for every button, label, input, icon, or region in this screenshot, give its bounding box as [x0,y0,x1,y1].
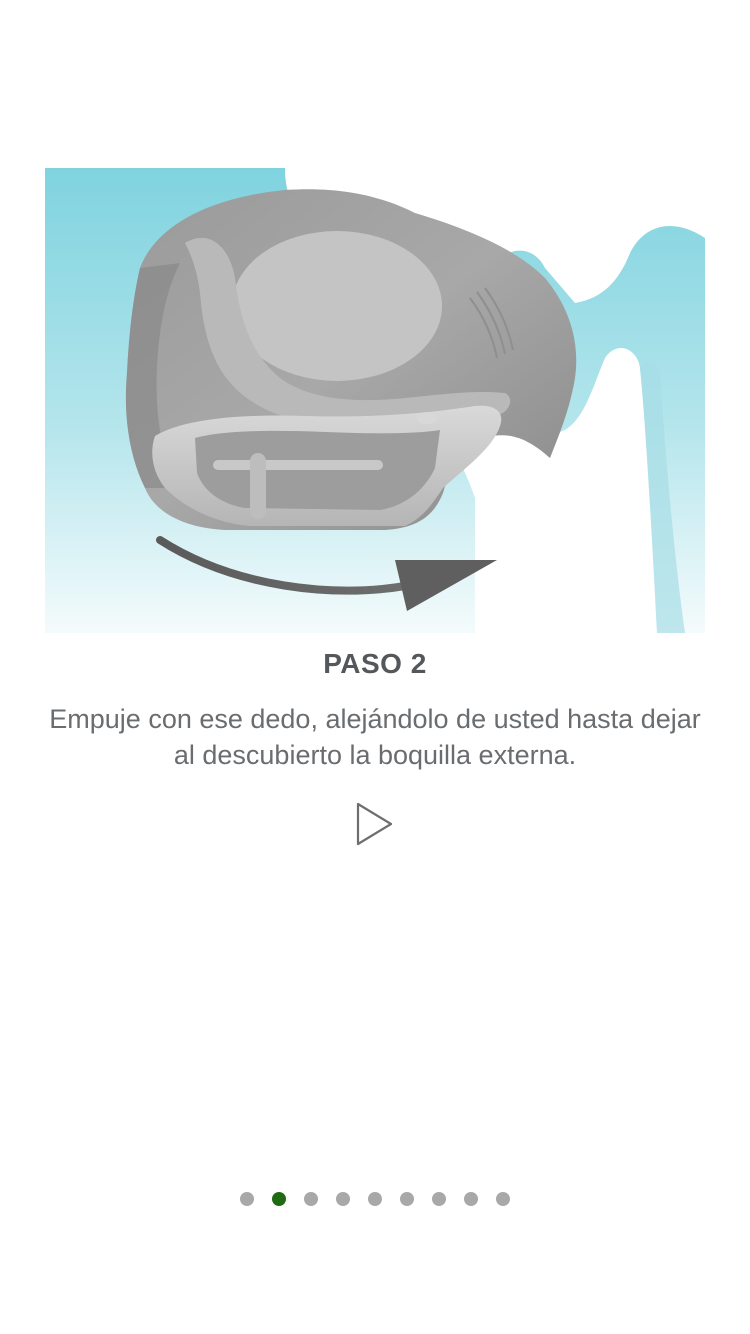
page-dot[interactable] [432,1192,446,1206]
page-dot[interactable] [496,1192,510,1206]
inhaler-illustration [45,168,705,633]
play-button[interactable] [350,798,400,852]
page-indicator [0,1190,750,1208]
page-dot[interactable] [336,1192,350,1206]
page-dot[interactable] [400,1192,414,1206]
page-dot[interactable] [240,1192,254,1206]
step-description: Empuje con ese dedo, alejándolo de usted… [49,704,701,770]
page-dot[interactable] [464,1192,478,1206]
page-dot-active[interactable] [272,1192,286,1206]
page-dot[interactable] [368,1192,382,1206]
page-dot[interactable] [304,1192,318,1206]
tutorial-screen: PASO 2 Empuje con ese dedo, alejándolo d… [0,0,750,1334]
play-icon [356,802,393,846]
step-title: PASO 2 [323,648,427,679]
